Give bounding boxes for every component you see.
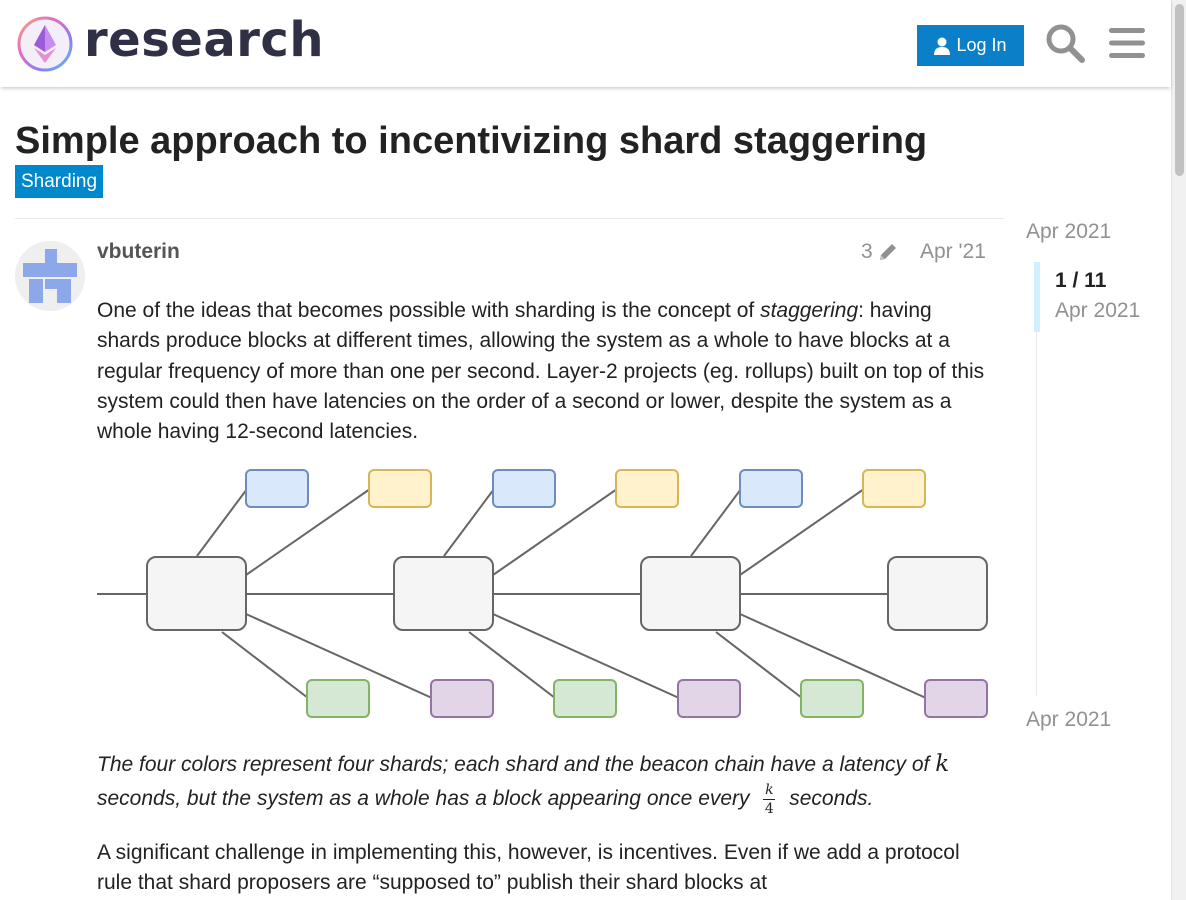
site-logo[interactable] — [16, 15, 74, 73]
timeline-handle[interactable] — [1034, 262, 1040, 332]
shard-block-yellow — [862, 469, 926, 508]
beacon-block — [640, 556, 741, 631]
post-paragraph: A significant challenge in implementing … — [97, 841, 960, 895]
diagram-caption: The four colors represent four shards; e… — [97, 747, 992, 816]
fraction-denominator: 4 — [764, 800, 774, 817]
post-paragraph: One of the ideas that becomes possible w… — [97, 296, 992, 447]
timeline-handle-date[interactable]: Apr 2021 — [1055, 299, 1140, 323]
page-scrollbar[interactable] — [1171, 0, 1186, 900]
fraction-numerator: k — [765, 781, 774, 798]
ethereum-logo-icon — [17, 16, 73, 72]
shard-block-blue — [245, 469, 309, 508]
shard-block-yellow — [368, 469, 432, 508]
post-username[interactable]: vbuterin — [97, 240, 180, 264]
beacon-block — [887, 556, 988, 631]
avatar-identicon — [15, 241, 85, 311]
site-name[interactable]: research — [84, 12, 324, 68]
user-icon — [934, 37, 951, 55]
beacon-block — [146, 556, 247, 631]
beacon-block — [393, 556, 494, 631]
emphasis-text: staggering — [760, 299, 859, 322]
scrollbar-thumb[interactable] — [1175, 4, 1184, 176]
timeline-start-date[interactable]: Apr 2021 — [1026, 220, 1111, 244]
hamburger-menu-icon[interactable] — [1106, 22, 1148, 64]
site-header: research Log In — [0, 0, 1171, 87]
shard-block-blue — [492, 469, 556, 508]
math-k: k — [935, 751, 950, 777]
math-fraction: k4 — [763, 781, 776, 817]
shard-block-blue — [739, 469, 803, 508]
fraction-bar — [763, 798, 776, 800]
paragraph-text: One of the ideas that becomes possible w… — [97, 299, 761, 322]
edit-count: 3 — [861, 240, 873, 263]
caption-text: seconds. — [783, 787, 874, 810]
shard-block-purple — [924, 679, 988, 718]
timeline-post-counter[interactable]: 1 / 11 — [1055, 269, 1106, 293]
caption-text: The four colors represent four shards; e… — [97, 753, 936, 776]
shard-block-green — [800, 679, 864, 718]
shard-block-purple — [430, 679, 494, 718]
timeline-end-date[interactable]: Apr 2021 — [1026, 708, 1111, 732]
post-edits-indicator[interactable]: 3 — [861, 240, 899, 264]
search-icon[interactable] — [1044, 22, 1086, 64]
shard-block-purple — [677, 679, 741, 718]
caption-text: seconds, but the system as a whole has a… — [97, 787, 756, 810]
post-date[interactable]: Apr '21 — [920, 240, 986, 264]
shard-staggering-diagram[interactable] — [97, 465, 992, 721]
login-label: Log In — [956, 35, 1007, 55]
title-divider — [15, 218, 1004, 219]
topic-title[interactable]: Simple approach to incentivizing shard s… — [15, 120, 927, 163]
pencil-icon — [879, 244, 896, 260]
avatar[interactable] — [15, 241, 85, 311]
login-button[interactable]: Log In — [917, 25, 1024, 66]
category-badge[interactable]: Sharding — [15, 165, 104, 198]
shard-block-green — [306, 679, 370, 718]
shard-block-yellow — [615, 469, 679, 508]
shard-block-green — [553, 679, 617, 718]
